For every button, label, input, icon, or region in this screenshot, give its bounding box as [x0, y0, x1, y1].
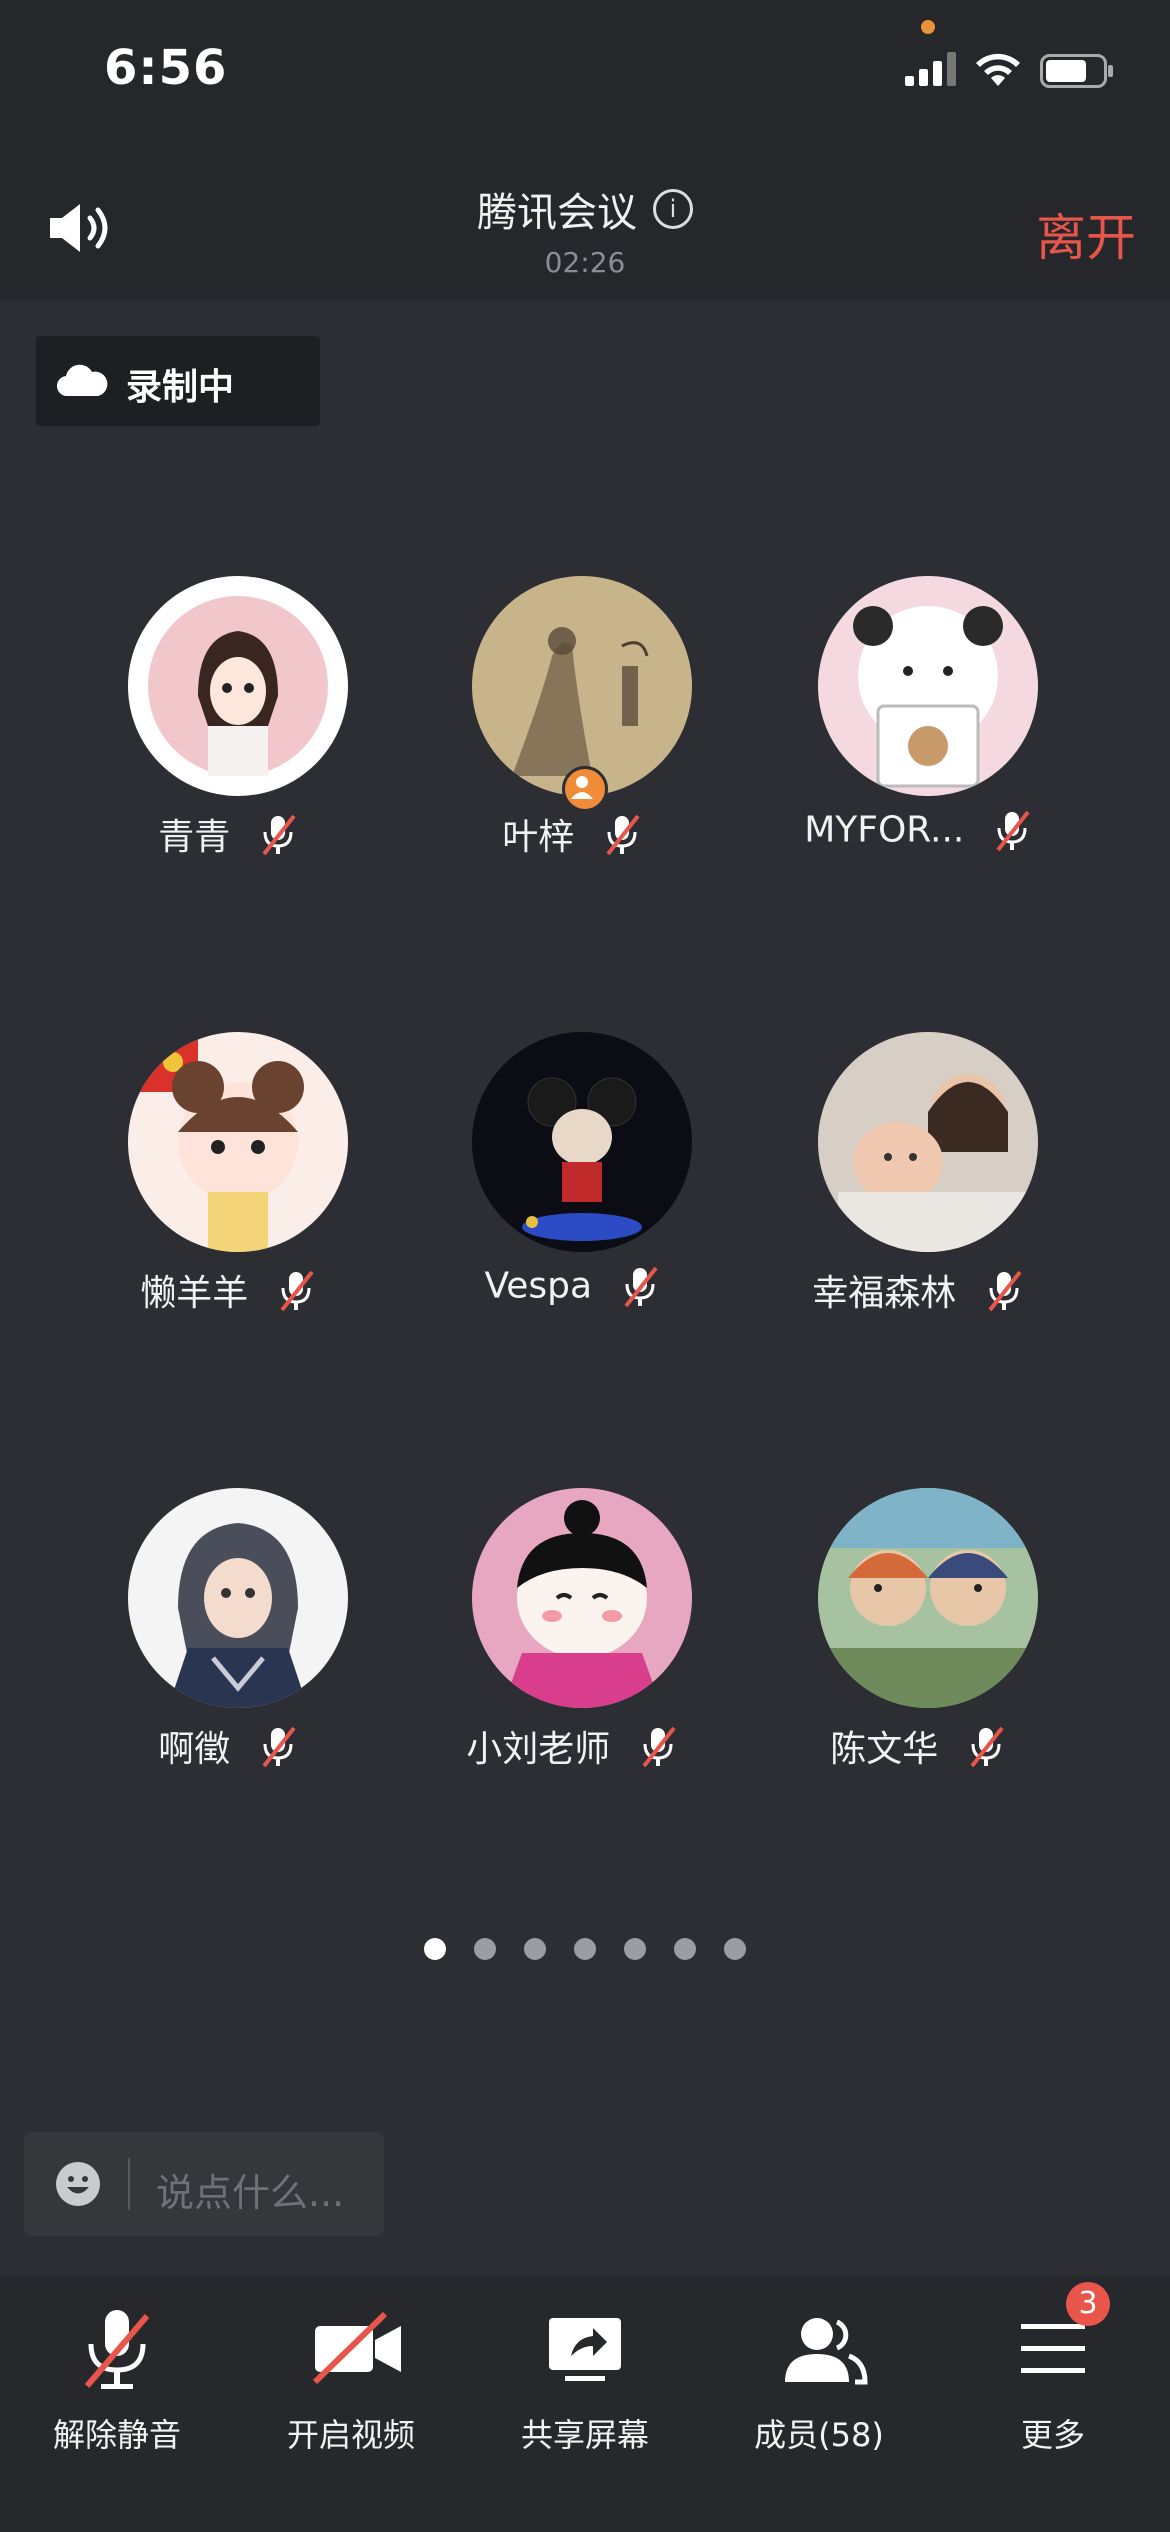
mic-muted-icon	[623, 1266, 658, 1308]
page-dot[interactable]	[424, 1938, 446, 1960]
participant-tile[interactable]: 啊徵	[28, 1488, 368, 1778]
page-dot[interactable]	[474, 1938, 496, 1960]
chat-input[interactable]: 说点什么...	[24, 2132, 384, 2236]
participant-name: 啊徵	[158, 1729, 231, 1770]
participant-name-row: 陈文华	[708, 1720, 1128, 1772]
participant-name: MYFOR...	[804, 809, 965, 851]
more-label: 更多	[1020, 2416, 1085, 2454]
avatar	[818, 576, 1038, 796]
start-video-button[interactable]: 开启视频	[234, 2276, 468, 2532]
mic-muted-icon	[280, 1270, 314, 1312]
participant-tile[interactable]: 青青	[28, 576, 368, 866]
page-dot[interactable]	[574, 1938, 596, 1960]
page-dot[interactable]	[724, 1938, 746, 1960]
participant-name: 陈文华	[830, 1729, 939, 1770]
page-dot[interactable]	[674, 1938, 696, 1960]
video-off-icon	[312, 2311, 401, 2385]
participant-tile[interactable]: 幸福森林	[718, 1032, 1058, 1322]
participant-name: Vespa	[484, 1265, 593, 1307]
more-button[interactable]: 更多	[936, 2276, 1170, 2532]
chat-divider	[128, 2158, 130, 2210]
participant-grid: 青青 叶梓 MYFOR... 懒羊羊 Vespa 幸福森林 啊徵 小刘老师 陈文…	[0, 0, 1170, 1800]
participant-name-row: 幸福森林	[708, 1264, 1128, 1316]
participant-tile[interactable]: Vespa	[372, 1032, 712, 1322]
host-badge-icon	[562, 766, 608, 812]
mic-muted-icon	[996, 810, 1030, 852]
avatar	[818, 1032, 1038, 1252]
page-indicator[interactable]	[0, 1938, 1170, 1964]
avatar	[818, 1488, 1038, 1708]
avatar	[472, 1032, 692, 1252]
members-label: 成员(58)	[754, 2416, 884, 2454]
chat-placeholder: 说点什么...	[156, 2171, 345, 2215]
participant-name-row: MYFOR...	[708, 808, 1128, 852]
avatar	[472, 576, 692, 796]
mic-muted-icon	[642, 1726, 676, 1768]
video-label: 开启视频	[286, 2416, 415, 2454]
participant-tile[interactable]: MYFOR...	[718, 576, 1058, 866]
unmute-button[interactable]: 解除静音	[0, 2276, 234, 2532]
mic-muted-icon	[84, 2310, 150, 2389]
participant-name: 懒羊羊	[140, 1273, 249, 1314]
avatar	[128, 1032, 348, 1252]
bottom-toolbar: 解除静音 开启视频 共享屏幕 成员(58) 更多	[0, 2276, 1170, 2532]
mic-muted-icon	[262, 1726, 296, 1768]
share-screen-icon	[549, 2318, 621, 2381]
participant-tile[interactable]: 懒羊羊	[28, 1032, 368, 1322]
mic-muted-icon	[262, 814, 296, 856]
notification-badge: 3	[1066, 2282, 1110, 2326]
participant-tile[interactable]: 陈文华	[718, 1488, 1058, 1778]
avatar	[128, 576, 348, 796]
unmute-label: 解除静音	[52, 2416, 181, 2454]
participant-name: 叶梓	[502, 817, 575, 858]
avatar	[128, 1488, 348, 1708]
participant-tile[interactable]: 小刘老师	[372, 1488, 712, 1778]
avatar	[472, 1488, 692, 1708]
page-dot[interactable]	[524, 1938, 546, 1960]
mic-muted-icon	[606, 814, 640, 856]
members-icon	[785, 2318, 868, 2385]
page-dot[interactable]	[624, 1938, 646, 1960]
mic-muted-icon	[988, 1270, 1022, 1312]
participant-tile[interactable]: 叶梓	[372, 576, 712, 866]
emoji-icon[interactable]	[54, 2160, 102, 2208]
members-button[interactable]: 成员(58)	[702, 2276, 936, 2532]
mic-muted-icon	[970, 1726, 1004, 1768]
participant-name: 青青	[158, 817, 231, 858]
share-label: 共享屏幕	[520, 2416, 649, 2454]
participant-name: 小刘老师	[466, 1729, 611, 1770]
participant-name: 幸福森林	[812, 1273, 957, 1314]
share-screen-button[interactable]: 共享屏幕	[468, 2276, 702, 2532]
